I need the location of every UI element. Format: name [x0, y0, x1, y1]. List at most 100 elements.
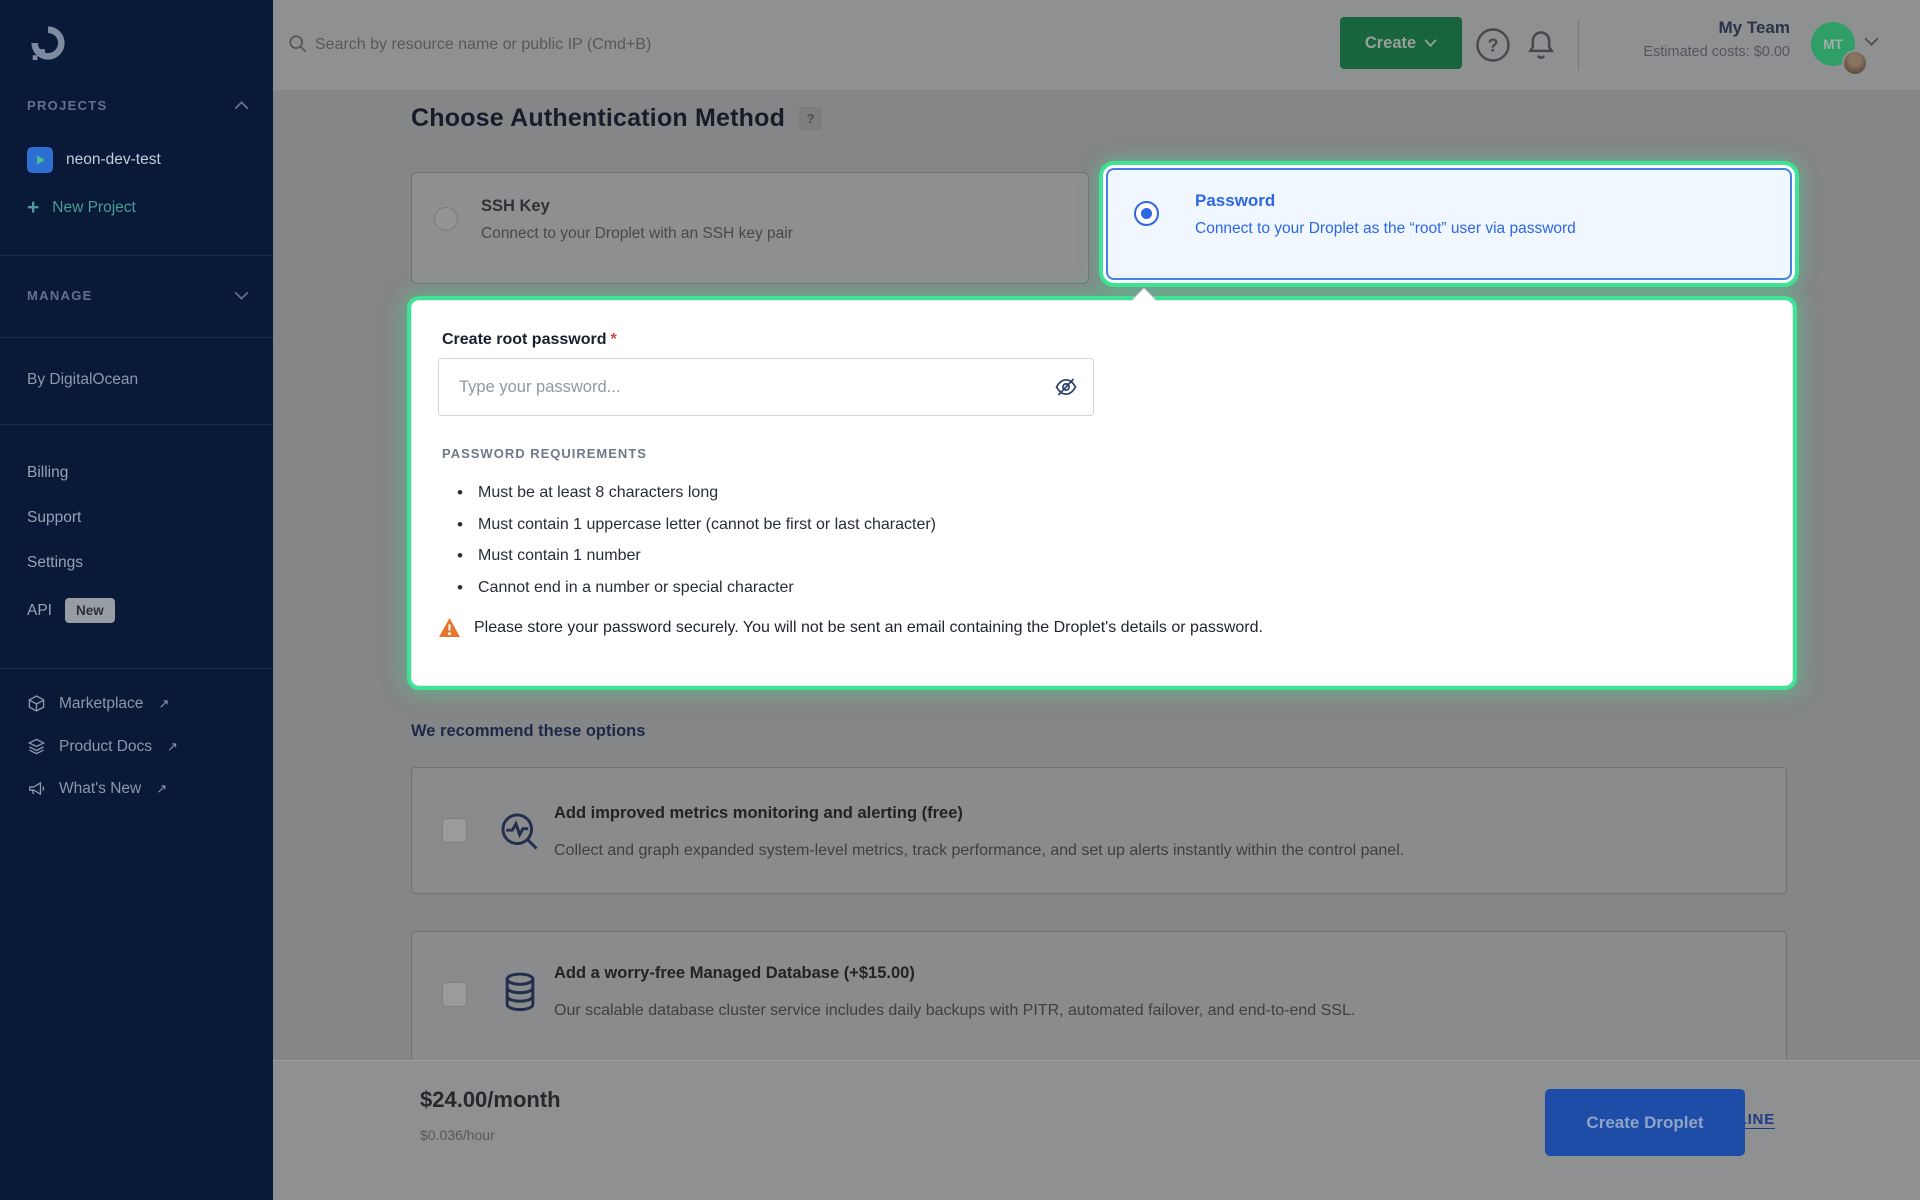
radio-dot: [1141, 208, 1152, 219]
team-menu[interactable]: My Team Estimated costs: $0.00: [1643, 18, 1790, 60]
api-new-badge: New: [65, 598, 115, 623]
sidebar-item-new-project[interactable]: + New Project: [27, 199, 249, 217]
digitalocean-logo[interactable]: [27, 22, 249, 64]
price-monthly: $24.00/month: [420, 1087, 561, 1113]
cube-icon: [27, 694, 46, 713]
option-metrics-monitoring[interactable]: Add improved metrics monitoring and aler…: [411, 767, 1787, 894]
sidebar-link-product-docs[interactable]: Product Docs ↗: [27, 737, 249, 756]
requirement-item: Cannot end in a number or special charac…: [478, 572, 936, 604]
password-warning: Please store your password securely. You…: [438, 617, 1263, 638]
password-form-card: Create root password* PASSWORD REQUIREME…: [411, 300, 1793, 686]
create-droplet-button[interactable]: Create Droplet: [1545, 1089, 1745, 1156]
sidebar-item-settings[interactable]: Settings: [27, 554, 249, 572]
search-icon: [288, 34, 308, 54]
team-name: My Team: [1643, 18, 1790, 38]
metrics-checkbox[interactable]: [442, 818, 467, 843]
api-label: API: [27, 602, 52, 620]
chevron-down-icon: [234, 291, 249, 300]
password-requirements-title: PASSWORD REQUIREMENTS: [442, 446, 647, 461]
required-asterisk: *: [610, 331, 616, 348]
create-button-label: Create: [1365, 34, 1416, 53]
support-label: Support: [27, 509, 81, 527]
sidebar-divider: [0, 337, 273, 338]
topbar-divider: [1578, 20, 1579, 70]
metrics-monitoring-icon: [498, 810, 542, 854]
estimated-costs: Estimated costs: $0.00: [1643, 44, 1790, 60]
heading-help-icon[interactable]: ?: [799, 107, 822, 130]
database-checkbox[interactable]: [442, 982, 467, 1007]
page-title: Choose Authentication Method: [411, 104, 785, 133]
topbar: Create ? My Team Estimated costs: $0.00 …: [273, 0, 1920, 90]
sidebar-item-billing[interactable]: Billing: [27, 464, 249, 482]
password-field-label: Create root password*: [442, 331, 617, 349]
option-managed-database[interactable]: Add a worry-free Managed Database (+$15.…: [411, 931, 1787, 1062]
sidebar-link-whats-new[interactable]: What's New ↗: [27, 779, 249, 798]
sidebar-divider: [0, 255, 273, 256]
chevron-down-icon[interactable]: [1864, 37, 1879, 46]
svg-text:?: ?: [1488, 36, 1499, 56]
billing-label: Billing: [27, 464, 68, 482]
megaphone-icon: [27, 779, 46, 798]
form-card-notch: [1131, 287, 1156, 312]
password-requirements-list: Must be at least 8 characters long Must …: [478, 477, 936, 603]
ssh-title: SSH Key: [481, 197, 550, 216]
external-link-icon: ↗: [158, 696, 169, 712]
auth-option-ssh-key[interactable]: SSH Key Connect to your Droplet with an …: [411, 172, 1089, 284]
chevron-down-icon: [1424, 39, 1437, 47]
new-project-label: New Project: [52, 199, 136, 217]
auth-option-password[interactable]: Password Connect to your Droplet as the …: [1106, 168, 1792, 280]
by-digitalocean-label: By DigitalOcean: [27, 371, 138, 389]
sidebar-item-by-digitalocean[interactable]: By DigitalOcean: [27, 371, 249, 389]
metrics-title: Add improved metrics monitoring and aler…: [554, 804, 963, 823]
projects-label: PROJECTS: [27, 98, 107, 113]
help-icon[interactable]: ?: [1475, 27, 1511, 63]
database-description: Our scalable database cluster service in…: [554, 1002, 1355, 1020]
requirement-item: Must contain 1 number: [478, 540, 936, 572]
plus-icon: +: [27, 201, 39, 215]
sidebar-item-project[interactable]: neon-dev-test: [27, 147, 249, 173]
avatar-initials: MT: [1823, 37, 1843, 52]
whats-new-label: What's New: [59, 780, 141, 798]
external-link-icon: ↗: [156, 781, 167, 797]
password-label-text: Create root password: [442, 331, 606, 348]
password-title: Password: [1195, 191, 1275, 211]
sidebar-divider: [0, 424, 273, 425]
sidebar-item-support[interactable]: Support: [27, 509, 249, 527]
user-avatar[interactable]: [1842, 50, 1868, 76]
database-title: Add a worry-free Managed Database (+$15.…: [554, 964, 915, 983]
project-name: neon-dev-test: [66, 151, 161, 169]
sidebar-item-api[interactable]: API New: [27, 598, 249, 623]
password-description: Connect to your Droplet as the “root” us…: [1195, 220, 1576, 238]
settings-label: Settings: [27, 554, 83, 572]
digitalocean-logo-icon: [27, 22, 69, 64]
chevron-up-icon: [234, 101, 249, 110]
warning-icon: [438, 617, 461, 638]
search-input[interactable]: [313, 26, 933, 64]
recommend-heading: We recommend these options: [411, 722, 645, 741]
sidebar-section-projects[interactable]: PROJECTS: [27, 98, 249, 113]
requirement-item: Must contain 1 uppercase letter (cannot …: [478, 509, 936, 541]
sidebar-link-marketplace[interactable]: Marketplace ↗: [27, 694, 249, 713]
marketplace-label: Marketplace: [59, 695, 143, 713]
notifications-bell-icon[interactable]: [1526, 28, 1558, 62]
create-button[interactable]: Create: [1340, 17, 1462, 69]
password-radio-selected[interactable]: [1134, 201, 1159, 226]
price-hourly: $0.036/hour: [420, 1127, 495, 1143]
requirement-item: Must be at least 8 characters long: [478, 477, 936, 509]
sidebar-section-manage[interactable]: MANAGE: [27, 288, 249, 303]
root-password-input[interactable]: [438, 358, 1094, 416]
layers-icon: [27, 737, 46, 756]
manage-label: MANAGE: [27, 288, 93, 303]
product-docs-label: Product Docs: [59, 738, 152, 756]
toggle-password-visibility-icon[interactable]: [1054, 375, 1078, 399]
sidebar: PROJECTS neon-dev-test + New Project MAN…: [0, 0, 273, 1200]
sidebar-divider: [0, 668, 273, 669]
external-link-icon: ↗: [167, 739, 178, 755]
project-icon: [27, 147, 53, 173]
main-content: Choose Authentication Method ? SSH Key C…: [273, 90, 1920, 1060]
ssh-description: Connect to your Droplet with an SSH key …: [481, 225, 793, 243]
footer-bar: $24.00/month $0.036/hour CREATE VIA COMM…: [273, 1060, 1920, 1200]
database-icon: [498, 970, 542, 1014]
ssh-radio[interactable]: [434, 207, 458, 231]
warning-text: Please store your password securely. You…: [474, 619, 1263, 637]
